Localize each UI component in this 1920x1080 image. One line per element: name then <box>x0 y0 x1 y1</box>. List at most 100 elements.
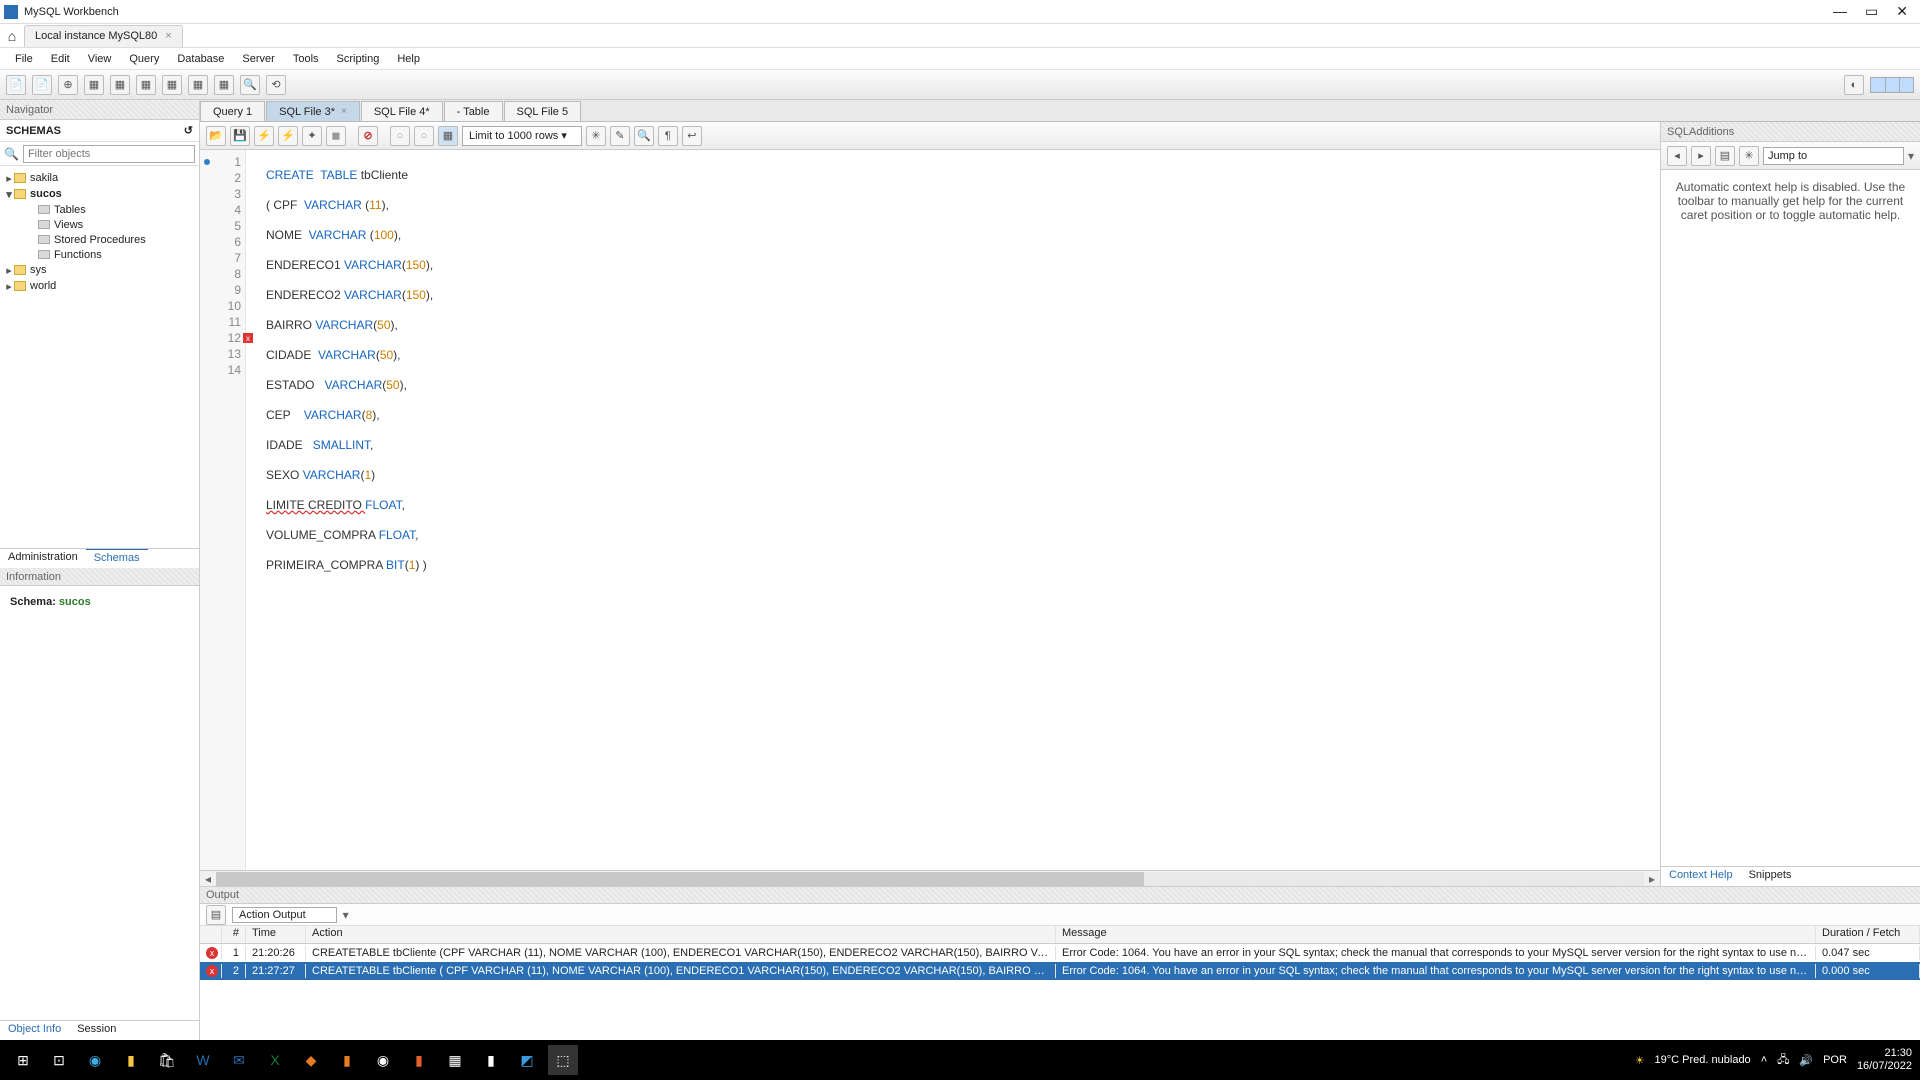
execute-current-icon[interactable]: ⚡ <box>278 126 298 146</box>
table-icon[interactable]: ▦ <box>110 75 130 95</box>
filter-input[interactable] <box>23 145 195 163</box>
tree-node-sucos[interactable]: ▾sucos <box>4 186 195 202</box>
row-limit-select[interactable]: Limit to 1000 rows ▾ <box>462 126 582 146</box>
prev-icon[interactable]: ◂ <box>1667 146 1687 166</box>
weather-text[interactable]: 19°C Pred. nublado <box>1655 1054 1751 1066</box>
open-file-icon[interactable]: 📂 <box>206 126 226 146</box>
close-button[interactable]: ✕ <box>1896 3 1908 20</box>
function-icon[interactable]: ▦ <box>214 75 234 95</box>
invisible-icon[interactable]: ¶ <box>658 126 678 146</box>
terminal-icon[interactable]: ▮ <box>476 1045 506 1075</box>
sql-tab-query1[interactable]: Query 1 <box>200 101 265 121</box>
excel-icon[interactable]: X <box>260 1045 290 1075</box>
start-button[interactable]: ⊞ <box>8 1045 38 1075</box>
rollback-icon[interactable]: ○ <box>414 126 434 146</box>
sql-tab-file5[interactable]: SQL File 5 <box>504 101 582 121</box>
reconnect-icon[interactable]: ⟲ <box>266 75 286 95</box>
scroll-thumb[interactable] <box>216 872 1144 886</box>
sql-tab-file3[interactable]: SQL File 3*× <box>266 101 360 121</box>
menu-edit[interactable]: Edit <box>42 53 79 65</box>
menu-query[interactable]: Query <box>120 53 168 65</box>
scroll-right-icon[interactable]: ▸ <box>1644 872 1660 886</box>
menu-scripting[interactable]: Scripting <box>328 53 389 65</box>
no-limit-icon[interactable]: ⊘ <box>358 126 378 146</box>
tree-node-procedures[interactable]: Stored Procedures <box>38 232 195 247</box>
maximize-button[interactable]: ▭ <box>1865 3 1878 20</box>
network-icon[interactable]: 🖧 <box>1777 1051 1789 1070</box>
word-icon[interactable]: W <box>188 1045 218 1075</box>
explain-icon[interactable]: ✦ <box>302 126 322 146</box>
sublime-icon[interactable]: ▮ <box>332 1045 362 1075</box>
tray-chevron-icon[interactable]: ˄ <box>1761 1054 1767 1066</box>
wrap-icon[interactable]: ↩ <box>682 126 702 146</box>
vscode-icon[interactable]: ◩ <box>512 1045 542 1075</box>
app-icon-1[interactable]: ◆ <box>296 1045 326 1075</box>
explorer-icon[interactable]: ▮ <box>116 1045 146 1075</box>
code-editor[interactable]: 1 2 3 4 5 6 7 8 9 10 11 x12 13 14 <box>200 150 1660 870</box>
commit-icon[interactable]: ○ <box>390 126 410 146</box>
table-icon-2[interactable]: ▦ <box>136 75 156 95</box>
stop-icon[interactable]: ◼ <box>326 126 346 146</box>
tab-context-help[interactable]: Context Help <box>1661 867 1741 886</box>
schema-tree[interactable]: ▸sakila ▾sucos Tables Views Stored Proce… <box>0 166 199 548</box>
tree-node-sakila[interactable]: ▸sakila <box>4 170 195 186</box>
save-file-icon[interactable]: 💾 <box>230 126 250 146</box>
language-indicator[interactable]: POR <box>1823 1054 1847 1066</box>
tab-session[interactable]: Session <box>69 1021 124 1040</box>
tab-snippets[interactable]: Snippets <box>1741 867 1800 886</box>
next-icon[interactable]: ▸ <box>1691 146 1711 166</box>
mail-icon[interactable]: ✉ <box>224 1045 254 1075</box>
sql-tab-table[interactable]: - Table <box>444 101 503 121</box>
system-clock[interactable]: 21:30 16/07/2022 <box>1857 1047 1912 1073</box>
minimize-button[interactable]: — <box>1833 3 1847 20</box>
tree-node-tables[interactable]: Tables <box>38 202 195 217</box>
code-body[interactable]: CREATE TABLE tbCliente ( CPF VARCHAR (11… <box>246 150 1660 870</box>
add-schema-icon[interactable]: ⊕ <box>58 75 78 95</box>
connection-tab[interactable]: Local instance MySQL80 × <box>24 25 183 47</box>
menu-help[interactable]: Help <box>388 53 429 65</box>
output-mode-select[interactable]: Action Output <box>232 907 337 923</box>
tab-object-info[interactable]: Object Info <box>0 1021 69 1040</box>
beautify-icon[interactable]: ✳ <box>586 126 606 146</box>
brush-icon[interactable]: ✎ <box>610 126 630 146</box>
volume-icon[interactable]: 🔊 <box>1799 1054 1813 1067</box>
workbench-taskbar-icon[interactable]: ⬚ <box>548 1045 578 1075</box>
task-view-icon[interactable]: ⊡ <box>44 1045 74 1075</box>
execute-icon[interactable]: ⚡ <box>254 126 274 146</box>
output-row[interactable]: x 2 21:27:27 CREATETABLE tbCliente ( CPF… <box>200 962 1920 980</box>
close-icon[interactable]: × <box>341 106 347 117</box>
jump-input[interactable]: Jump to <box>1763 147 1904 165</box>
store-icon[interactable]: 🛍 <box>152 1045 182 1075</box>
tab-administration[interactable]: Administration <box>0 549 86 568</box>
menu-view[interactable]: View <box>79 53 121 65</box>
refresh-icon[interactable]: ↺ <box>184 124 193 137</box>
tab-schemas[interactable]: Schemas <box>86 549 148 568</box>
tree-node-sys[interactable]: ▸sys <box>4 262 195 278</box>
help-page-icon[interactable]: ▤ <box>1715 146 1735 166</box>
scroll-track[interactable] <box>216 872 1644 886</box>
status-icon[interactable]: ◐ <box>1844 75 1864 95</box>
inspector-icon[interactable]: ▦ <box>84 75 104 95</box>
menu-file[interactable]: File <box>6 53 42 65</box>
chrome-icon[interactable]: ◉ <box>368 1045 398 1075</box>
find-icon[interactable]: 🔍 <box>634 126 654 146</box>
tree-node-functions[interactable]: Functions <box>38 247 195 262</box>
edge-icon[interactable]: ◉ <box>80 1045 110 1075</box>
procedure-icon[interactable]: ▦ <box>188 75 208 95</box>
scroll-left-icon[interactable]: ◂ <box>200 872 216 886</box>
home-icon[interactable]: ⌂ <box>0 28 24 44</box>
open-sql-icon[interactable]: 📄 <box>32 75 52 95</box>
auto-help-icon[interactable]: ✳ <box>1739 146 1759 166</box>
menu-server[interactable]: Server <box>233 53 283 65</box>
menu-tools[interactable]: Tools <box>284 53 328 65</box>
horizontal-scrollbar[interactable]: ◂ ▸ <box>200 870 1660 886</box>
new-sql-tab-icon[interactable]: 📄 <box>6 75 26 95</box>
tree-node-world[interactable]: ▸world <box>4 278 195 294</box>
output-row[interactable]: x 1 21:20:26 CREATETABLE tbCliente (CPF … <box>200 944 1920 962</box>
panel-toggle-group[interactable] <box>1870 77 1914 93</box>
tree-node-views[interactable]: Views <box>38 217 195 232</box>
menu-database[interactable]: Database <box>168 53 233 65</box>
sql-tab-file4[interactable]: SQL File 4* <box>361 101 443 121</box>
view-icon[interactable]: ▦ <box>162 75 182 95</box>
chevron-down-icon[interactable]: ▾ <box>1908 149 1914 163</box>
